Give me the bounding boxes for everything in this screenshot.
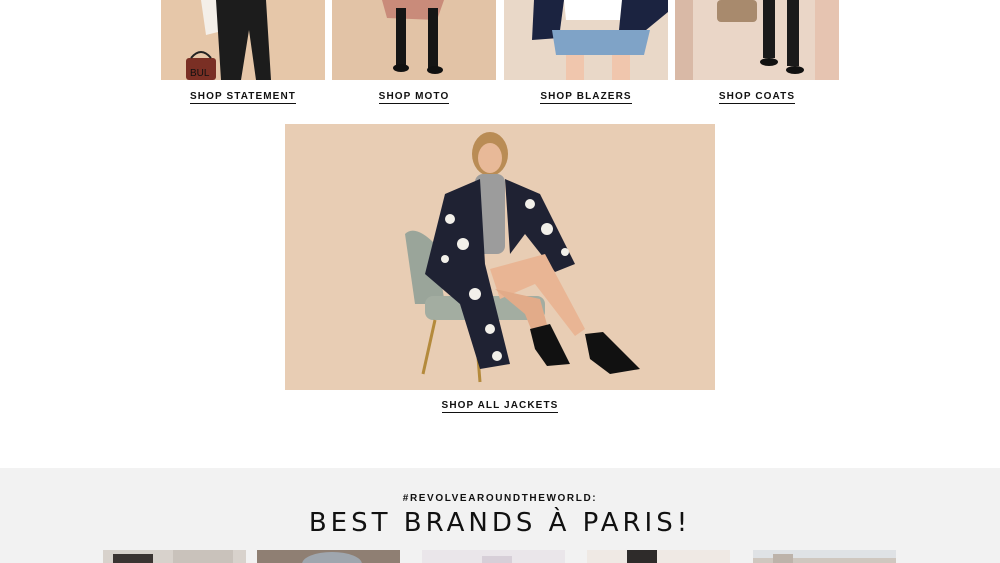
link-shop-moto[interactable]: SHOP MOTO	[332, 91, 496, 104]
coat-photo-icon	[675, 0, 839, 80]
paris-photo-5-icon[interactable]	[753, 550, 896, 563]
link-shop-coats[interactable]: SHOP COATS	[675, 91, 839, 104]
paris-photo-3-icon[interactable]	[422, 550, 565, 563]
model-seated-floral-coat-photo-icon	[285, 124, 715, 390]
svg-text:BUL: BUL	[190, 68, 210, 79]
paris-photo-4-icon[interactable]	[587, 550, 730, 563]
statement-jacket-photo-icon: BUL	[161, 0, 325, 80]
link-shop-all-jackets[interactable]: SHOP ALL JACKETS	[285, 400, 715, 413]
section-title: BEST BRANDS À PARIS!	[308, 508, 692, 538]
moto-jacket-photo-icon	[332, 0, 496, 80]
paris-thumbnails	[103, 550, 909, 563]
paris-photo-1-icon[interactable]	[103, 550, 246, 563]
hero-image[interactable]	[285, 124, 715, 390]
link-shop-blazers[interactable]: SHOP BLAZERS	[504, 91, 668, 104]
tile-statement-image[interactable]: BUL	[161, 0, 325, 80]
section-hashtag: #REVOLVEAROUNDTHEWORLD:	[402, 493, 598, 504]
link-shop-statement[interactable]: SHOP STATEMENT	[161, 91, 325, 104]
tile-blazers-image[interactable]	[504, 0, 668, 80]
blazer-photo-icon	[504, 0, 668, 80]
tile-moto-image[interactable]	[332, 0, 496, 80]
tile-coats-image[interactable]	[675, 0, 839, 80]
revolve-around-the-world-section: #REVOLVEAROUNDTHEWORLD: BEST BRANDS À PA…	[0, 468, 1000, 563]
paris-photo-2-icon[interactable]	[257, 550, 400, 563]
category-tiles: BUL SHOP STATEMENT SHOP MOTO SHOP BLAZER…	[161, 0, 839, 104]
